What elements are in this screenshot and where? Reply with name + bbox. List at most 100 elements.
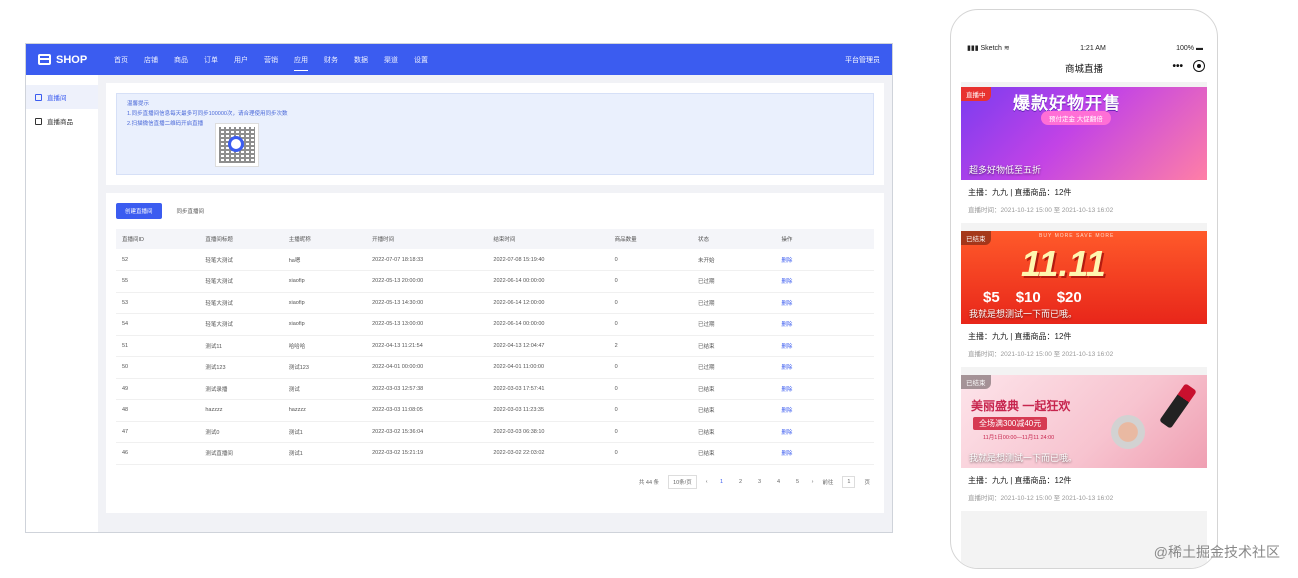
column-header: 开播时间	[366, 229, 488, 249]
delete-link[interactable]: 删除	[775, 378, 874, 400]
delete-link[interactable]: 删除	[775, 399, 874, 422]
table-cell: 0	[608, 378, 693, 400]
table-cell: 2022-03-03 17:57:41	[487, 378, 609, 400]
delete-link[interactable]: 删除	[775, 442, 874, 465]
table-cell: 轻笔大测试	[199, 313, 283, 336]
total-count: 共 44 条	[638, 479, 660, 486]
live-banner[interactable]: 直播中 爆款好物开售 预付定金 大促翻倍 超多好物低至五折	[961, 87, 1207, 180]
nav-item-data[interactable]: 数据	[346, 44, 376, 75]
table-row: 50 测试123 测试123 2022-04-01 00:00:00 2022-04-0…	[116, 356, 874, 379]
next-page-button[interactable]: ›	[812, 479, 814, 485]
sync-live-room-button[interactable]: 同步直播间	[168, 203, 214, 219]
goto-page-input[interactable]: 1	[842, 475, 856, 488]
qr-code	[215, 123, 259, 167]
clock: 1:21 AM	[1080, 44, 1106, 52]
mini-program-logo-icon	[228, 136, 244, 152]
table-cell: 已结束	[692, 442, 776, 465]
nav-item-finance[interactable]: 财务	[316, 44, 346, 75]
bag-icon	[35, 117, 42, 125]
nav-item-apps[interactable]: 应用	[286, 44, 316, 75]
banner-caption: 我就是想测试一下而已哦。	[969, 453, 1078, 463]
live-card[interactable]: 直播中 爆款好物开售 预付定金 大促翻倍 超多好物低至五折 主播：九九 | 直播…	[961, 87, 1207, 223]
table-row: 48 hazzzz hazzzz 2022-03-03 11:08:05 2022-03…	[116, 399, 874, 422]
table-cell: xiaofip	[282, 292, 367, 314]
page-size-select[interactable]: 10条/页	[668, 474, 697, 489]
live-banner[interactable]: 已结束 BUY MORE SAVE MORE 11.11 $5 $10 $20 …	[961, 231, 1207, 324]
page-button[interactable]: 3	[755, 479, 765, 485]
table-cell: 50	[116, 356, 200, 379]
table-cell: xiaofip	[282, 313, 367, 336]
table-cell: 0	[608, 270, 693, 293]
table-cell: 2022-03-03 11:08:05	[366, 399, 488, 422]
table-cell: 未开始	[692, 249, 776, 271]
table-cell: 0	[608, 399, 693, 422]
goto-label: 前往	[822, 479, 834, 486]
create-live-room-button[interactable]: 创建直播间	[116, 203, 162, 219]
sidebar-item-live-goods[interactable]: 直播商品	[26, 109, 98, 133]
page-title: 商城直播	[1064, 64, 1103, 75]
logo-text: SHOP	[56, 53, 88, 66]
table-cell: 测试直播间	[199, 442, 283, 465]
nav-item-settings[interactable]: 设置	[406, 44, 436, 75]
delete-link[interactable]: 删除	[775, 335, 874, 357]
table-cell: 2022-03-03 12:57:38	[366, 378, 488, 400]
live-status-badge: 直播中	[961, 87, 991, 101]
host-info: 主播：九九 | 直播商品：12件	[968, 188, 1072, 197]
delete-link[interactable]: 删除	[775, 356, 874, 379]
delete-link[interactable]: 删除	[775, 313, 874, 336]
delete-link[interactable]: 删除	[775, 270, 874, 293]
notice-line: 1.同步直播间信息每天最多可同步100000次，请合理使用同步次数	[127, 111, 288, 117]
table-cell: 2022-05-13 20:00:00	[366, 270, 488, 293]
nav-item-users[interactable]: 用户	[226, 44, 256, 75]
column-header: 直播间标题	[199, 229, 283, 249]
notice-title: 温馨提示	[127, 101, 150, 107]
banner-caption: 超多好物低至五折	[969, 165, 1042, 175]
table-card: 创建直播间 同步直播间 直播间ID 直播间标题 主播昵称 开播时间 结束时间 商…	[106, 193, 884, 513]
live-icon	[35, 93, 42, 101]
banner-pill: 预付定金 大促翻倍	[1041, 111, 1111, 125]
table-cell: 轻笔大测试	[199, 292, 283, 314]
table-cell: 2022-04-13 12:04:47	[487, 335, 609, 357]
table-cell: 46	[116, 442, 200, 465]
live-card[interactable]: 已结束 BUY MORE SAVE MORE 11.11 $5 $10 $20 …	[961, 231, 1207, 367]
table-cell: 2022-04-01 00:00:00	[366, 356, 488, 379]
nav-item-store[interactable]: 店铺	[136, 44, 166, 75]
page-button[interactable]: 4	[774, 479, 784, 485]
delete-link[interactable]: 删除	[775, 292, 874, 314]
table-row: 52 轻笔大测试 ha嗯 2022-07-07 18:18:33 2022-07-08 …	[116, 249, 874, 271]
phone-mockup: ▮▮▮ Sketch ≋ 1:21 AM 100% ▬ 商城直播 ••• 直播中…	[950, 9, 1218, 569]
nav-item-orders[interactable]: 订单	[196, 44, 226, 75]
nav-item-home[interactable]: 首页	[106, 44, 136, 75]
page-button[interactable]: 2	[736, 479, 746, 485]
table-cell: 0	[608, 442, 693, 465]
nav-item-marketing[interactable]: 营销	[256, 44, 286, 75]
column-header: 直播间ID	[116, 229, 200, 249]
more-menu-button[interactable]: •••	[1172, 61, 1183, 72]
sidebar-item-live-rooms[interactable]: 直播间	[26, 85, 98, 109]
live-banner[interactable]: 已结束 美丽盛典 一起狂欢 全场满300减40元 11月1日00:00—11月1…	[961, 375, 1207, 468]
close-miniprogram-icon[interactable]	[1193, 60, 1205, 72]
carrier-signal: ▮▮▮ Sketch ≋	[967, 45, 1010, 52]
status-bar: ▮▮▮ Sketch ≋ 1:21 AM 100% ▬	[951, 38, 1217, 58]
table-cell: 47	[116, 421, 200, 443]
page-button[interactable]: 1	[717, 479, 727, 485]
nav-item-channels[interactable]: 渠道	[376, 44, 406, 75]
page-button[interactable]: 5	[793, 479, 803, 485]
delete-link[interactable]: 删除	[775, 249, 874, 271]
capsule-menu: •••	[1172, 60, 1205, 72]
table-cell: 测试0	[199, 421, 283, 443]
live-status-badge: 已结束	[961, 375, 991, 389]
column-header: 商品数量	[608, 229, 693, 249]
user-menu[interactable]: 平台管理员	[845, 55, 892, 65]
prev-page-button[interactable]: ‹	[706, 479, 708, 485]
shop-logo[interactable]: SHOP	[26, 54, 106, 66]
live-card[interactable]: 已结束 美丽盛典 一起狂欢 全场满300减40元 11月1日00:00—11月1…	[961, 375, 1207, 511]
notice-box: 温馨提示 1.同步直播间信息每天最多可同步100000次，请合理使用同步次数 2…	[116, 93, 874, 175]
banner-caption: 我就是想测试一下而已哦。	[969, 309, 1078, 319]
table-row: 49 测试录播 测试 2022-03-03 12:57:38 2022-03-03 17…	[116, 378, 874, 400]
table-cell: xiaofip	[282, 270, 367, 293]
nav-item-goods[interactable]: 商品	[166, 44, 196, 75]
table-cell: 测试123	[199, 356, 283, 379]
table-cell: 2022-07-08 15:19:40	[487, 249, 609, 271]
delete-link[interactable]: 删除	[775, 421, 874, 443]
